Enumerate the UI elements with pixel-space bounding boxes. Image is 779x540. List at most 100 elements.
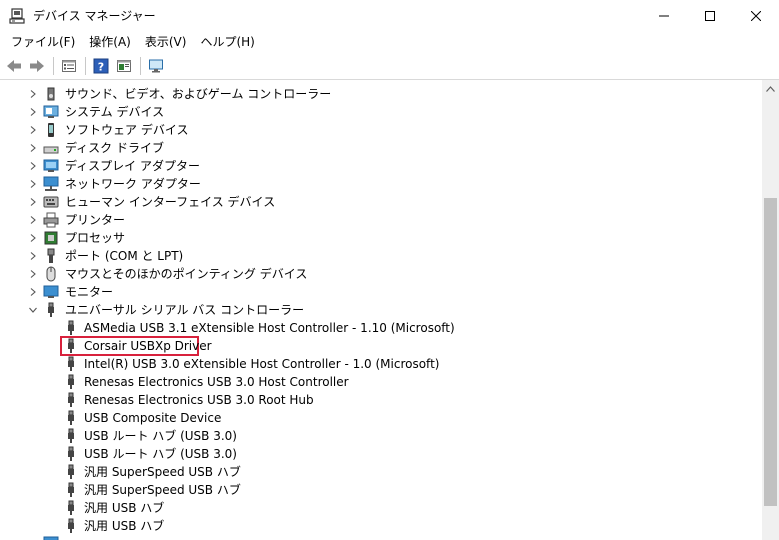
usb-device-label: 汎用 SuperSpeed USB ハブ	[84, 465, 241, 479]
tree-category-system[interactable]: システム デバイス	[0, 103, 760, 121]
chevron-right-icon[interactable]	[27, 157, 39, 175]
tree-category-label: システム デバイス	[65, 105, 165, 119]
usb-device-icon	[63, 500, 79, 516]
maximize-button[interactable]	[687, 0, 733, 31]
chevron-right-icon[interactable]	[27, 139, 39, 157]
tree-category-label: プロセッサ	[65, 231, 126, 245]
usb-device-label: Renesas Electronics USB 3.0 Host Control…	[84, 375, 349, 389]
tree-category-ports[interactable]: ポート (COM と LPT)	[0, 247, 760, 265]
chevron-right-icon[interactable]	[27, 229, 39, 247]
generic-device-icon	[43, 536, 59, 540]
usb-device-item[interactable]: USB ルート ハブ (USB 3.0)	[0, 427, 760, 445]
chevron-right-icon[interactable]	[27, 265, 39, 283]
tree-category-label: ユニバーサル シリアル バス コントローラー	[65, 303, 305, 317]
usb-device-item-corsair[interactable]: Corsair USBXp Driver	[0, 336, 760, 356]
scroll-up-arrow-icon[interactable]	[762, 80, 779, 97]
chevron-down-icon[interactable]	[27, 301, 39, 319]
forward-arrow-icon	[30, 60, 44, 72]
tree-category-label: サウンド、ビデオ、およびゲーム コントローラー	[65, 87, 332, 101]
chevron-right-icon[interactable]	[27, 247, 39, 265]
port-icon	[43, 248, 59, 264]
menu-view[interactable]: 表示(V)	[138, 31, 194, 53]
usb-device-label: Corsair USBXp Driver	[84, 339, 212, 353]
usb-device-item[interactable]: ASMedia USB 3.1 eXtensible Host Controll…	[0, 319, 760, 337]
toolbar-separator	[53, 57, 54, 75]
device-manager-icon	[9, 7, 25, 24]
chevron-right-icon[interactable]	[27, 211, 39, 229]
properties-button[interactable]	[58, 55, 80, 77]
tree-category-disk[interactable]: ディスク ドライブ	[0, 139, 760, 157]
tree-category-partial	[0, 535, 760, 540]
help-button[interactable]: ?	[90, 55, 112, 77]
scrollbar-thumb[interactable]	[764, 198, 777, 506]
toolbar-separator	[85, 57, 86, 75]
software-device-icon	[43, 122, 59, 138]
tree-category-label: マウスとそのほかのポインティング デバイス	[65, 267, 308, 281]
usb-device-label: Intel(R) USB 3.0 eXtensible Host Control…	[84, 357, 440, 371]
tree-category-software[interactable]: ソフトウェア デバイス	[0, 121, 760, 139]
chevron-right-icon[interactable]	[27, 175, 39, 193]
view-icon	[117, 60, 131, 72]
disk-drive-icon	[43, 140, 59, 156]
back-arrow-icon	[7, 60, 21, 72]
menu-bar: ファイル(F) 操作(A) 表示(V) ヘルプ(H)	[0, 31, 779, 53]
usb-device-item[interactable]: Renesas Electronics USB 3.0 Host Control…	[0, 373, 760, 391]
toolbar: ?	[0, 53, 779, 80]
usb-device-icon	[63, 482, 79, 498]
usb-device-item[interactable]: 汎用 USB ハブ	[0, 517, 760, 535]
network-adapter-icon	[43, 176, 59, 192]
usb-device-item[interactable]: 汎用 USB ハブ	[0, 499, 760, 517]
usb-device-icon	[63, 428, 79, 444]
usb-device-label: USB ルート ハブ (USB 3.0)	[84, 447, 237, 461]
tree-category-processor[interactable]: プロセッサ	[0, 229, 760, 247]
usb-device-label: USB ルート ハブ (USB 3.0)	[84, 429, 237, 443]
usb-device-item[interactable]: 汎用 SuperSpeed USB ハブ	[0, 481, 760, 499]
usb-device-icon	[63, 446, 79, 462]
usb-device-item[interactable]: USB Composite Device	[0, 409, 760, 427]
usb-device-icon	[63, 338, 79, 354]
mouse-icon	[43, 266, 59, 282]
chevron-right-icon[interactable]	[27, 283, 39, 301]
menu-action[interactable]: 操作(A)	[82, 31, 138, 53]
usb-device-label: 汎用 USB ハブ	[84, 501, 165, 515]
tree-category-usb[interactable]: ユニバーサル シリアル バス コントローラー	[0, 301, 760, 319]
usb-device-icon	[63, 518, 79, 534]
tree-category-mouse[interactable]: マウスとそのほかのポインティング デバイス	[0, 265, 760, 283]
display-adapter-icon	[43, 158, 59, 174]
forward-button[interactable]	[26, 55, 48, 77]
minimize-button[interactable]	[641, 0, 687, 31]
menu-help[interactable]: ヘルプ(H)	[193, 31, 261, 53]
usb-device-item[interactable]: Renesas Electronics USB 3.0 Root Hub	[0, 391, 760, 409]
printer-icon	[43, 212, 59, 228]
tree-category-network[interactable]: ネットワーク アダプター	[0, 175, 760, 193]
usb-device-item[interactable]: 汎用 SuperSpeed USB ハブ	[0, 463, 760, 481]
toolbar-separator	[140, 57, 141, 75]
usb-device-item[interactable]: Intel(R) USB 3.0 eXtensible Host Control…	[0, 355, 760, 373]
tree-category-printer[interactable]: プリンター	[0, 211, 760, 229]
chevron-right-icon[interactable]	[27, 85, 39, 103]
tree-category-sound[interactable]: サウンド、ビデオ、およびゲーム コントローラー	[0, 85, 760, 103]
properties-icon	[62, 60, 76, 72]
title-bar: デバイス マネージャー	[0, 0, 779, 31]
usb-device-label: 汎用 SuperSpeed USB ハブ	[84, 483, 241, 497]
menu-file[interactable]: ファイル(F)	[4, 31, 82, 53]
usb-device-icon	[63, 320, 79, 336]
tree-category-hid[interactable]: ヒューマン インターフェイス デバイス	[0, 193, 760, 211]
usb-device-label: Renesas Electronics USB 3.0 Root Hub	[84, 393, 314, 407]
chevron-right-icon[interactable]	[27, 193, 39, 211]
tree-category-label: ポート (COM と LPT)	[65, 249, 184, 263]
vertical-scrollbar[interactable]	[762, 80, 779, 540]
usb-device-icon	[63, 410, 79, 426]
back-button[interactable]	[3, 55, 25, 77]
system-device-icon	[43, 104, 59, 120]
usb-device-icon	[63, 356, 79, 372]
view-button[interactable]	[113, 55, 135, 77]
tree-category-display[interactable]: ディスプレイ アダプター	[0, 157, 760, 175]
usb-device-item[interactable]: USB ルート ハブ (USB 3.0)	[0, 445, 760, 463]
chevron-right-icon[interactable]	[27, 103, 39, 121]
close-button[interactable]	[733, 0, 779, 31]
chevron-right-icon[interactable]	[27, 121, 39, 139]
usb-device-icon	[63, 464, 79, 480]
scan-hardware-button[interactable]	[145, 55, 167, 77]
tree-category-monitor[interactable]: モニター	[0, 283, 760, 301]
